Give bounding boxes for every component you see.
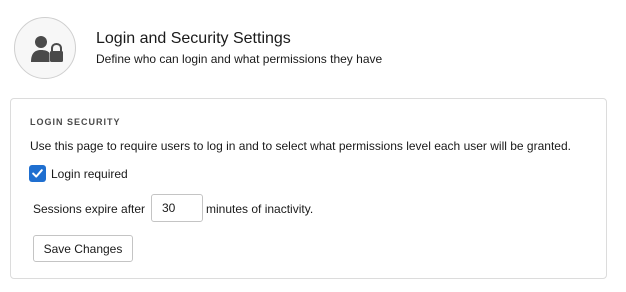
user-lock-icon [31,36,63,62]
login-security-panel: LOGIN SECURITY Use this page to require … [10,98,607,279]
session-minutes-input[interactable] [151,194,203,222]
session-expiry-suffix: minutes of inactivity. [206,202,314,216]
session-expiry-prefix: Sessions expire after [33,202,146,216]
save-changes-button[interactable]: Save Changes [33,235,133,262]
login-required-label[interactable]: Login required [51,167,128,181]
section-description: Use this page to require users to log in… [30,139,571,153]
page-subtitle: Define who can login and what permission… [96,52,383,66]
session-expiry-row: Sessions expire after minutes of inactiv… [33,194,433,224]
avatar [14,17,76,79]
page-header: Login and Security Settings Define who c… [14,17,614,81]
section-title: LOGIN SECURITY [30,117,121,127]
login-required-checkbox[interactable] [29,165,46,182]
page-title: Login and Security Settings [96,30,291,47]
checkmark-icon [32,169,43,178]
